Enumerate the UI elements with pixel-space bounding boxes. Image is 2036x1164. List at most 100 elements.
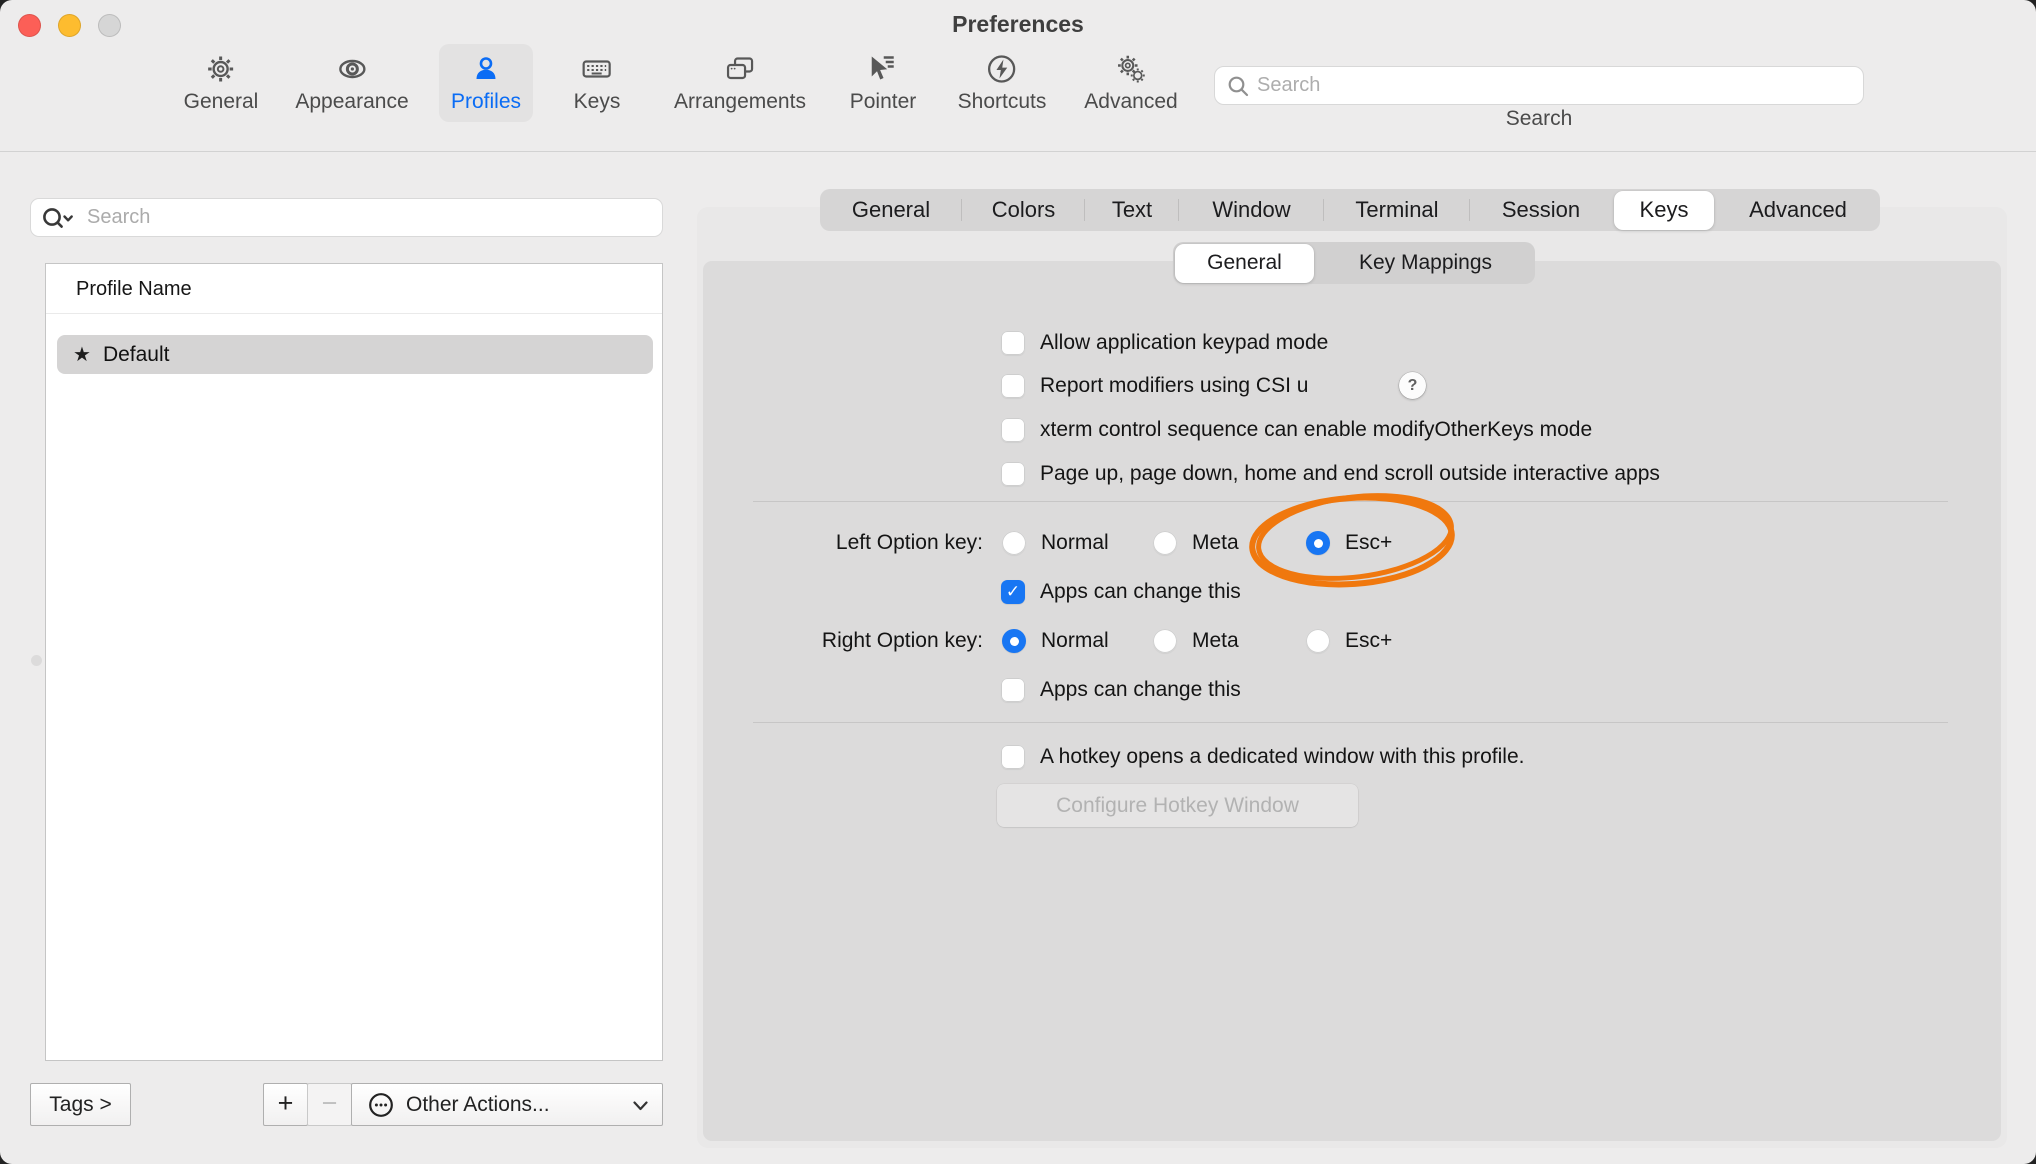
toolbar-label: Appearance [295,90,408,114]
toolbar-label: Pointer [850,90,917,114]
section-divider [753,501,1948,502]
search-with-filter-icon [40,204,78,234]
tab-general[interactable]: General [820,189,962,231]
tags-button-label: Tags > [49,1093,111,1117]
toolbar-label: Keys [574,90,621,114]
tab-label: Window [1212,197,1290,223]
preferences-window: Preferences General Appearance Profiles … [0,0,2036,1164]
radio-label: Meta [1192,629,1239,653]
profile-list-header: Profile Name [76,278,192,301]
subtab-key-mappings[interactable]: Key Mappings [1316,242,1535,284]
subtab-general[interactable]: General [1175,244,1314,283]
splitter-dot [31,655,42,666]
checkbox-csi-u[interactable] [1001,374,1025,398]
configure-hotkey-window-button[interactable]: Configure Hotkey Window [997,784,1358,827]
checkbox-label: Apps can change this [1040,580,1241,604]
tab-advanced[interactable]: Advanced [1716,189,1880,231]
question-mark-icon: ? [1408,377,1418,394]
checkbox-label: Apps can change this [1040,678,1241,702]
keys-subtab-bar: General Key Mappings [1173,242,1535,284]
toolbar-label: General [184,90,259,114]
radio-left-normal[interactable] [1002,531,1026,555]
list-header-divider [46,313,662,314]
checkbox-label: xterm control sequence can enable modify… [1040,418,1592,442]
toolbar-search-input[interactable] [1214,66,1864,105]
tab-label: Advanced [1749,197,1847,223]
toolbar-item-general[interactable]: General [172,44,271,122]
checkbox-label: A hotkey opens a dedicated window with t… [1040,745,1524,769]
radio-label: Normal [1041,629,1109,653]
toolbar-item-advanced[interactable]: Advanced [1072,44,1189,122]
toolbar-item-appearance[interactable]: Appearance [283,44,420,122]
tab-label: Text [1112,197,1152,223]
cursor-icon [867,53,899,85]
right-option-key-label: Right Option key: [700,629,983,653]
toolbar-search-caption: Search [1214,107,1864,131]
gears-icon [1115,53,1147,85]
toolbar-label: Arrangements [674,90,806,114]
eye-icon [336,53,368,85]
window-title: Preferences [0,11,2036,38]
left-option-key-label: Left Option key: [700,531,983,555]
person-icon [470,53,502,85]
profile-search-input[interactable] [30,198,663,237]
ellipsis-circle-icon [366,1090,396,1120]
configure-hotkey-window-label: Configure Hotkey Window [1056,794,1299,818]
tab-label: Colors [992,197,1056,223]
tab-label: Terminal [1355,197,1438,223]
checkbox-keypad-mode[interactable] [1001,331,1025,355]
radio-right-normal[interactable] [1002,629,1026,653]
tab-session[interactable]: Session [1470,189,1612,231]
checkbox-modify-other-keys[interactable] [1001,418,1025,442]
radio-label: Normal [1041,531,1109,555]
gear-icon [205,53,237,85]
toolbar-item-profiles[interactable]: Profiles [439,44,533,122]
checkbox-left-apps-can-change[interactable]: ✓ [1001,580,1025,604]
remove-profile-button[interactable]: − [307,1083,352,1126]
other-actions-label: Other Actions... [406,1093,550,1117]
add-profile-button[interactable]: + [263,1083,308,1126]
section-divider [753,722,1948,723]
checkbox-page-scroll[interactable] [1001,462,1025,486]
toolbar-item-pointer[interactable]: Pointer [838,44,929,122]
tab-label: Keys [1640,197,1689,223]
check-icon: ✓ [1006,582,1020,601]
other-actions-dropdown[interactable]: Other Actions... [351,1083,663,1126]
tab-window[interactable]: Window [1179,189,1324,231]
radio-label: Esc+ [1345,531,1392,555]
tab-colors[interactable]: Colors [962,189,1085,231]
plus-icon: + [278,1088,294,1119]
radio-right-meta[interactable] [1153,629,1177,653]
tags-button[interactable]: Tags > [30,1083,131,1126]
windows-icon [724,53,756,85]
profile-name: Default [103,343,170,367]
toolbar-label: Shortcuts [958,90,1047,114]
subtab-label: Key Mappings [1359,251,1492,275]
star-icon: ★ [73,342,91,367]
toolbar-item-keys[interactable]: Keys [562,44,633,122]
radio-label: Meta [1192,531,1239,555]
toolbar-item-shortcuts[interactable]: Shortcuts [946,44,1059,122]
profile-list: Profile Name ★ Default [45,263,663,1061]
tab-label: General [852,197,930,223]
checkbox-right-apps-can-change[interactable] [1001,678,1025,702]
profile-row-default[interactable]: ★ Default [57,335,653,374]
tab-keys[interactable]: Keys [1614,191,1714,230]
bolt-icon [986,53,1018,85]
checkbox-label: Allow application keypad mode [1040,331,1328,355]
search-icon [1226,74,1250,98]
help-button[interactable]: ? [1399,372,1426,399]
toolbar-item-arrangements[interactable]: Arrangements [662,44,818,122]
radio-left-meta[interactable] [1153,531,1177,555]
checkbox-label: Report modifiers using CSI u [1040,374,1308,398]
keys-pane-background [703,261,2001,1141]
radio-right-esc[interactable] [1306,629,1330,653]
toolbar-label: Profiles [451,90,521,114]
tab-terminal[interactable]: Terminal [1324,189,1470,231]
radio-label: Esc+ [1345,629,1392,653]
radio-left-esc[interactable] [1306,531,1330,555]
tab-label: Session [1502,197,1580,223]
tab-text[interactable]: Text [1085,189,1179,231]
checkbox-hotkey-window[interactable] [1001,745,1025,769]
chevron-down-icon [633,1101,648,1111]
